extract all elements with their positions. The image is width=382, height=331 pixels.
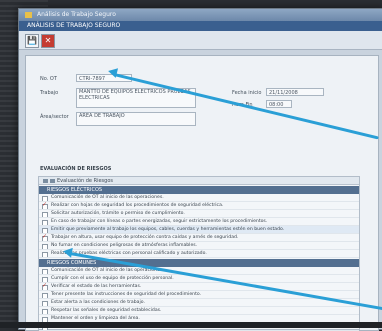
trabajo-label: Trabajo: [40, 90, 59, 96]
taskbar: [0, 322, 382, 328]
area-field[interactable]: ÁREA DE TRABAJO: [76, 112, 196, 126]
annotation-arrowhead-bottom: [62, 246, 73, 258]
toolbar: 💾 ✕: [19, 31, 382, 50]
section-subbar: Evaluación de Riesgos: [39, 177, 359, 185]
no-ot-label: No. OT: [40, 76, 57, 82]
window-titlebar: Análisis de Trabajo Seguro: [19, 9, 382, 21]
list-item[interactable]: Respetar las señales de seguridad establ…: [39, 307, 359, 315]
list-item[interactable]: Verificar el estado de las herramientas.: [39, 283, 359, 291]
group-header[interactable]: RIESGOS COMUNES: [39, 259, 359, 267]
hora-field[interactable]: 08:00: [266, 100, 292, 108]
app-icon: [25, 12, 32, 18]
area-label: Área/sector: [40, 114, 69, 120]
risk-evaluation-section: Evaluación de Riesgos RIESGOS ELÉCTRICOS…: [38, 176, 360, 331]
list-item[interactable]: Trabajar en altura, usar equipo de prote…: [39, 234, 359, 242]
window-title: Análisis de Trabajo Seguro: [37, 11, 116, 18]
menu-title-bar: ANÁLISIS DE TRABAJO SEGURO: [19, 21, 382, 31]
list-item[interactable]: Realizar con hojas de seguridad los proc…: [39, 202, 359, 210]
section-title: EVALUACIÓN DE RIESGOS: [40, 166, 112, 172]
list-item[interactable]: En caso de trabajar con líneas o partes …: [39, 218, 359, 226]
group-header[interactable]: RIESGOS ELÉCTRICOS: [39, 186, 359, 194]
close-button[interactable]: ✕: [41, 34, 55, 48]
list-item[interactable]: Solicitar autorización, trámite o permis…: [39, 210, 359, 218]
list-item[interactable]: Comunicación de OT al inicio de las oper…: [39, 194, 359, 202]
remove-icon[interactable]: [50, 179, 55, 183]
section-subbar-label: Evaluación de Riesgos: [57, 178, 113, 184]
save-button[interactable]: 💾: [25, 34, 39, 48]
menu-title: ANÁLISIS DE TRABAJO SEGURO: [27, 22, 121, 29]
fecha-label: Fecha inicio: [232, 90, 262, 96]
app-window: Análisis de Trabajo Seguro ANÁLISIS DE T…: [18, 8, 382, 331]
fecha-field[interactable]: 21/11/2008: [266, 88, 324, 96]
add-icon[interactable]: [43, 179, 48, 183]
checkbox[interactable]: [42, 252, 48, 257]
list-item[interactable]: No fumar en condiciones peligrosas de at…: [39, 242, 359, 250]
list-item[interactable]: Estar alerta a las condiciones de trabaj…: [39, 299, 359, 307]
list-item[interactable]: Emitir que previamente al trabajo los eq…: [39, 226, 359, 234]
